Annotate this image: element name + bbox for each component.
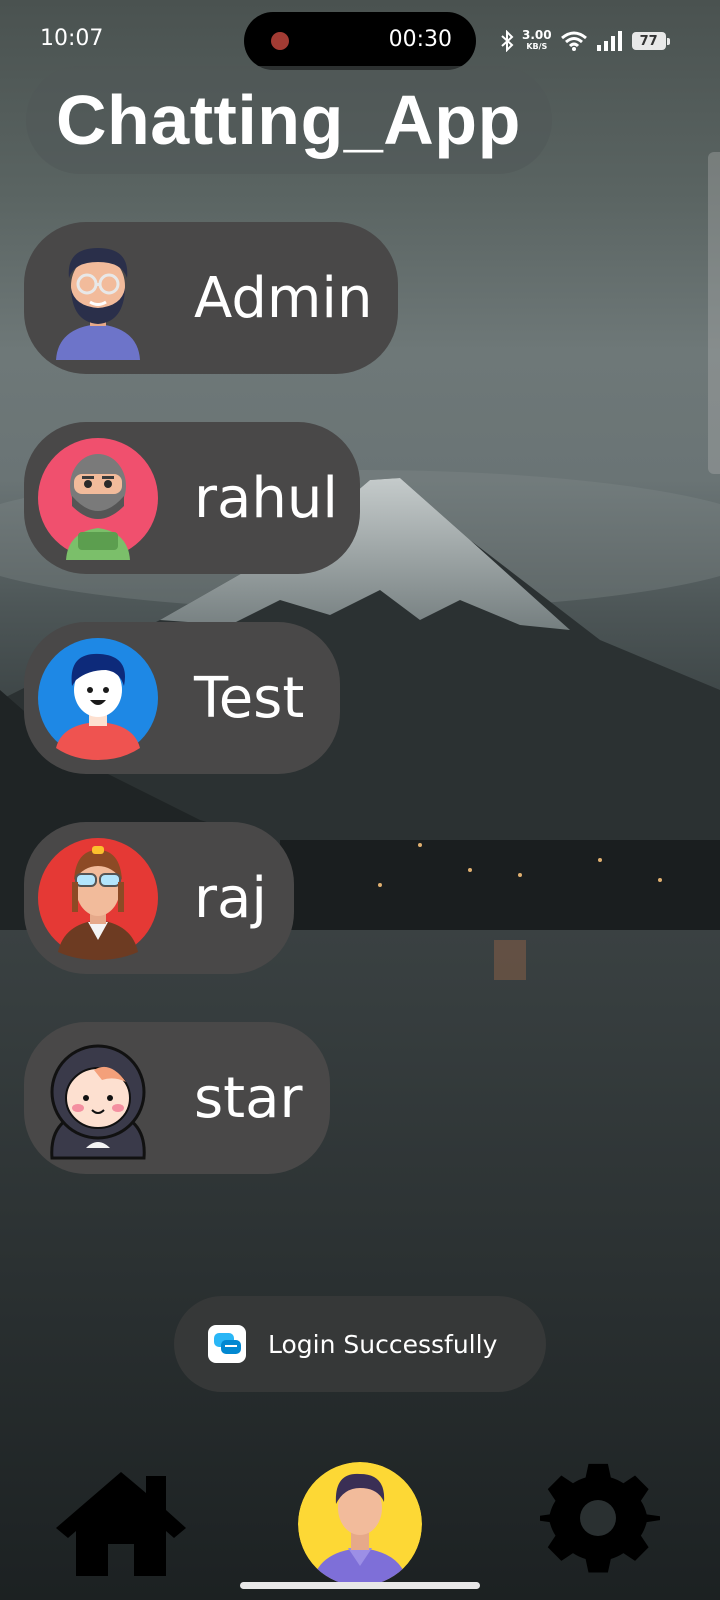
- bluetooth-icon: [501, 30, 514, 52]
- home-icon[interactable]: [54, 1470, 188, 1576]
- wifi-icon: [560, 31, 587, 51]
- recording-dot-icon: [271, 32, 289, 50]
- scrollbar-thumb[interactable]: [708, 152, 720, 474]
- app-title-bar: Chatting_App: [26, 66, 552, 174]
- app-title: Chatting_App: [56, 81, 521, 159]
- user-name: star: [194, 1065, 303, 1131]
- user-item-admin[interactable]: Admin: [24, 222, 398, 374]
- user-name: Admin: [194, 265, 373, 331]
- chat-app-icon: [208, 1325, 246, 1363]
- battery-icon: 77: [631, 32, 670, 50]
- login-toast: Login Successfully: [174, 1296, 546, 1392]
- network-speed: 3.00 KB/S: [522, 28, 552, 52]
- user-item-test[interactable]: Test: [24, 622, 340, 774]
- pilot-avatar: [38, 838, 158, 960]
- toast-message: Login Successfully: [268, 1329, 498, 1359]
- user-item-rahul[interactable]: rahul: [24, 422, 360, 574]
- user-name: rahul: [194, 465, 338, 531]
- hooded-kid-avatar: [50, 1044, 146, 1160]
- bearded-man-avatar: [56, 248, 140, 360]
- profile-avatar-image: [298, 1462, 422, 1586]
- ninja-avatar: [38, 438, 158, 560]
- status-icons: 3.00 KB/S 77: [500, 26, 670, 56]
- status-time: 10:07: [40, 26, 104, 51]
- recording-timer: 00:30: [388, 27, 452, 52]
- home-indicator-bar[interactable]: [240, 1582, 480, 1589]
- settings-gear-icon[interactable]: [540, 1460, 660, 1580]
- user-name: Test: [194, 665, 305, 731]
- user-item-raj[interactable]: raj: [24, 822, 294, 974]
- user-item-star[interactable]: star: [24, 1022, 330, 1174]
- smiling-boy-avatar: [38, 638, 158, 760]
- profile-avatar[interactable]: [298, 1462, 422, 1586]
- user-name: raj: [194, 865, 267, 931]
- signal-icon: [596, 31, 622, 51]
- screen: 10:07 00:30 3.00 KB/S 77 Chatting_App Ad…: [0, 0, 720, 1600]
- network-speed-value: 3.00: [522, 28, 552, 42]
- screen-recorder-pill[interactable]: 00:30: [244, 12, 476, 70]
- network-speed-unit: KB/S: [526, 42, 548, 51]
